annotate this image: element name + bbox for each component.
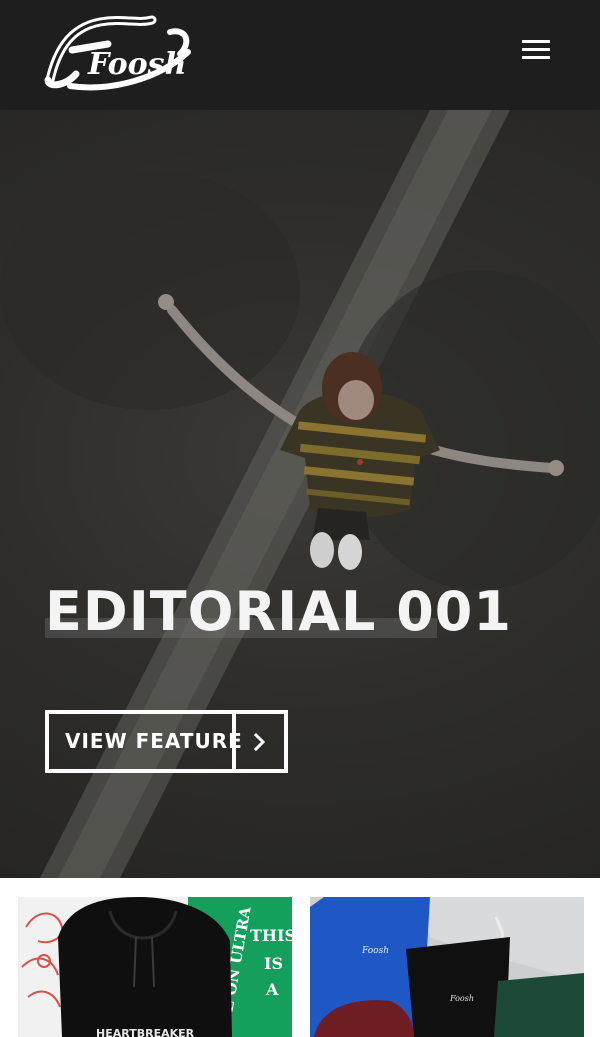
black-tee-logo: Foosh xyxy=(449,994,474,1003)
hero-banner: EDITORIAL 001 VIEW FEATURE xyxy=(0,110,600,878)
menu-bar xyxy=(522,48,550,51)
menu-bar xyxy=(522,40,550,43)
foosh-logo-icon: Foosh xyxy=(44,15,191,91)
view-feature-label: VIEW FEATURE xyxy=(65,729,243,753)
chevron-right-icon xyxy=(253,732,266,752)
view-feature-button[interactable]: VIEW FEATURE xyxy=(45,710,288,773)
menu-bar xyxy=(522,56,550,59)
blue-tee-logo: Foosh xyxy=(361,946,389,956)
graphic-text-a: A xyxy=(265,980,279,999)
tees-photo: Foosh Foosh xyxy=(310,897,584,1037)
hero-title-wrap: EDITORIAL 001 xyxy=(45,580,512,644)
hoodie-product-tile[interactable]: THIS IS A BE ON ULTRA HEARTBREAKER xyxy=(18,897,292,1037)
hoodie-photo: THIS IS A BE ON ULTRA HEARTBREAKER xyxy=(18,897,292,1037)
hamburger-menu-button[interactable] xyxy=(514,34,558,68)
foosh-logo[interactable]: Foosh xyxy=(42,14,194,92)
graphic-text-this: THIS xyxy=(250,926,292,945)
hoodie-print-text: HEARTBREAKER xyxy=(96,1027,195,1037)
graphic-text-is: IS xyxy=(264,954,283,973)
hero-title: EDITORIAL 001 xyxy=(45,580,512,643)
site-header: Foosh xyxy=(0,0,600,110)
tees-product-tile[interactable]: Foosh Foosh xyxy=(310,897,584,1037)
button-divider xyxy=(232,714,236,769)
